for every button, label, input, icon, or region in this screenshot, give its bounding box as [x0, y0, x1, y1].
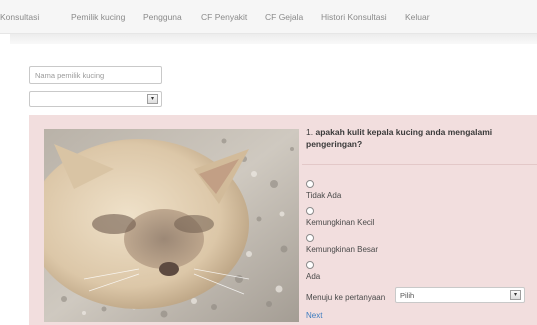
owner-select[interactable]: ▾: [29, 91, 162, 107]
navbar-shadow: [10, 34, 537, 44]
nav-item-konsultasi[interactable]: Konsultasi: [0, 12, 39, 22]
owner-name-input[interactable]: Nama pemilik kucing: [29, 66, 162, 84]
option-label-kemungkinan-besar: Kemungkinan Besar: [306, 245, 379, 254]
option-label-ada: Ada: [306, 272, 321, 281]
radio-kemungkinan-besar[interactable]: [306, 234, 314, 242]
nav-item-cf-gejala[interactable]: CF Gejala: [265, 12, 303, 22]
nav-item-keluar[interactable]: Keluar: [405, 12, 430, 22]
nav-item-pemilik-kucing[interactable]: Pemilik kucing: [71, 12, 125, 22]
goto-question-label: Menuju ke pertanyaan: [306, 293, 386, 302]
option-label-kemungkinan-kecil: Kemungkinan Kecil: [306, 218, 375, 227]
radio-kemungkinan-kecil[interactable]: [306, 207, 314, 215]
goto-question-value: Pilih: [400, 291, 415, 300]
next-link[interactable]: Next: [306, 311, 322, 320]
nav-item-cf-penyakit[interactable]: CF Penyakit: [201, 12, 247, 22]
question-text: 1. apakah kulit kepala kucing anda menga…: [306, 126, 528, 150]
option-label-tidak-ada: Tidak Ada: [306, 191, 342, 200]
chevron-down-icon[interactable]: ▾: [147, 94, 158, 104]
nav-item-histori-konsultasi[interactable]: Histori Konsultasi: [321, 12, 387, 22]
radio-ada[interactable]: [306, 261, 314, 269]
nav-item-pengguna[interactable]: Pengguna: [143, 12, 182, 22]
question-number: 1.: [306, 127, 314, 137]
radio-tidak-ada[interactable]: [306, 180, 314, 188]
goto-question-select[interactable]: Pilih ▾: [395, 287, 525, 303]
question-divider: [302, 164, 537, 165]
question-label: apakah kulit kepala kucing anda mengalam…: [306, 127, 493, 149]
chevron-down-icon[interactable]: ▾: [510, 290, 521, 300]
cat-photo: [44, 129, 299, 322]
top-navbar: Konsultasi Pemilik kucing Pengguna CF Pe…: [0, 0, 537, 34]
